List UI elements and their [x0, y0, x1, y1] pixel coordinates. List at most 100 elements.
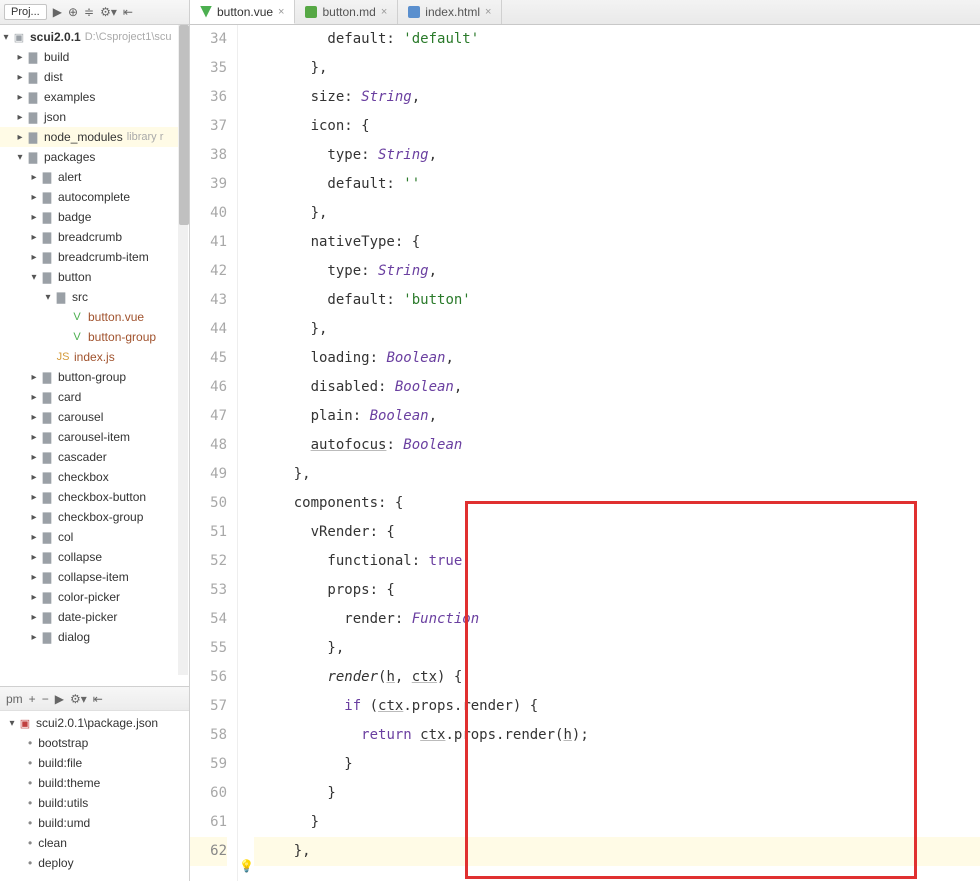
- run-icon[interactable]: ▶: [55, 692, 64, 706]
- tree-folder[interactable]: ▸▇carousel-item: [0, 427, 189, 447]
- tree-label: button: [58, 270, 91, 284]
- chevron-right-icon: ▸: [14, 52, 26, 63]
- folder-icon: ▇: [40, 610, 54, 624]
- plus-icon[interactable]: +: [29, 692, 36, 706]
- tree-folder[interactable]: ▸▇button-group: [0, 367, 189, 387]
- tree-folder[interactable]: ▸▇ color-picker: [0, 587, 189, 607]
- tree-label: date-picker: [58, 610, 117, 624]
- chevron-right-icon: ▸: [28, 252, 40, 263]
- npm-script[interactable]: build:utils: [0, 793, 189, 813]
- tree-folder[interactable]: ▸▇examples: [0, 87, 189, 107]
- tab-button-vue[interactable]: button.vue ×: [190, 0, 295, 24]
- minus-icon[interactable]: −: [42, 692, 49, 706]
- folder-icon: ▇: [40, 590, 54, 604]
- tree-label: index.js: [74, 350, 115, 364]
- project-tab[interactable]: Proj...: [4, 4, 47, 20]
- tree-file-button-group-vue[interactable]: V button-group: [0, 327, 189, 347]
- tree-root[interactable]: ▾ ▣ scui2.0.1 D:\Csproject1\scu: [0, 27, 189, 47]
- bulb-icon[interactable]: 💡: [239, 852, 254, 881]
- tree-folder-packages[interactable]: ▾ ▇ packages: [0, 147, 189, 167]
- tree-folder[interactable]: ▸▇checkbox-group: [0, 507, 189, 527]
- npm-script[interactable]: build:file: [0, 753, 189, 773]
- npm-tree[interactable]: ▾ ▣ scui2.0.1\package.json bootstrapbuil…: [0, 711, 189, 881]
- npm-panel: pm + − ▶ ⚙▾ ⇤ ▾ ▣ scui2.0.1\package.json…: [0, 686, 189, 881]
- chevron-right-icon: ▸: [14, 112, 26, 123]
- project-tree[interactable]: ▾ ▣ scui2.0.1 D:\Csproject1\scu ▸▇build▸…: [0, 25, 189, 686]
- tree-folder[interactable]: ▸▇card: [0, 387, 189, 407]
- editor-area: button.vue × button.md × index.html × 34…: [190, 0, 980, 881]
- folder-icon: ▇: [40, 170, 54, 184]
- vertical-scrollbar[interactable]: [178, 25, 188, 675]
- gear-icon[interactable]: ⚙▾: [70, 692, 87, 706]
- tree-file-button-vue[interactable]: V button.vue: [0, 307, 189, 327]
- npm-script[interactable]: deploy: [0, 853, 189, 873]
- folder-icon: ▇: [40, 530, 54, 544]
- tree-folder[interactable]: ▸▇autocomplete: [0, 187, 189, 207]
- tree-folder[interactable]: ▸▇dist: [0, 67, 189, 87]
- tree-folder[interactable]: ▸▇carousel: [0, 407, 189, 427]
- tree-label: breadcrumb-item: [58, 250, 149, 264]
- chevron-right-icon: ▸: [28, 552, 40, 563]
- tree-folder[interactable]: ▸▇col: [0, 527, 189, 547]
- tree-label: checkbox: [58, 470, 109, 484]
- tree-label: node_modules: [44, 130, 123, 144]
- tree-folder[interactable]: ▸▇build: [0, 47, 189, 67]
- npm-icon: ▣: [18, 716, 32, 730]
- tree-folder[interactable]: ▸▇badge: [0, 207, 189, 227]
- tree-folder[interactable]: ▸▇breadcrumb: [0, 227, 189, 247]
- tree-file-index-js[interactable]: JS index.js: [0, 347, 189, 367]
- vue-file-icon: [200, 6, 212, 18]
- folder-icon: ▇: [40, 190, 54, 204]
- run-icon[interactable]: ▶: [53, 5, 62, 19]
- chevron-right-icon: ▸: [28, 592, 40, 603]
- tab-label: index.html: [425, 5, 480, 19]
- chevron-right-icon: ▸: [14, 132, 26, 143]
- target-icon[interactable]: ⊕: [68, 5, 78, 19]
- npm-script[interactable]: build:theme: [0, 773, 189, 793]
- folder-icon: ▇: [40, 390, 54, 404]
- tree-label: color-picker: [58, 590, 120, 604]
- tab-button-md[interactable]: button.md ×: [295, 0, 398, 24]
- code-area[interactable]: default: 'default' }, size: String, icon…: [254, 25, 980, 881]
- tree-folder-src[interactable]: ▾ ▇ src: [0, 287, 189, 307]
- tree-label: dialog: [58, 630, 90, 644]
- scrollbar-thumb[interactable]: [179, 25, 189, 225]
- npm-script[interactable]: clean: [0, 833, 189, 853]
- chevron-right-icon: ▸: [14, 72, 26, 83]
- folder-icon: ▇: [40, 410, 54, 424]
- sidebar: Proj... ▶ ⊕ ≑ ⚙▾ ⇤ ▾ ▣ scui2.0.1 D:\Cspr…: [0, 0, 190, 881]
- close-icon[interactable]: ×: [278, 6, 284, 18]
- tree-folder[interactable]: ▸▇node_moduleslibrary r: [0, 127, 189, 147]
- collapse-icon[interactable]: ⇤: [123, 5, 133, 19]
- tree-folder[interactable]: ▸▇collapse-item: [0, 567, 189, 587]
- fold-column: 💡: [238, 25, 254, 881]
- tab-index-html[interactable]: index.html ×: [398, 0, 502, 24]
- folder-icon: ▇: [40, 570, 54, 584]
- code-editor[interactable]: 3435363738394041424344454647484950515253…: [190, 25, 980, 881]
- folder-icon: ▇: [40, 430, 54, 444]
- tree-folder[interactable]: ▸▇checkbox: [0, 467, 189, 487]
- tree-folder[interactable]: ▸▇json: [0, 107, 189, 127]
- project-icon: ▣: [12, 30, 26, 44]
- chevron-right-icon: ▸: [28, 412, 40, 423]
- gear-icon[interactable]: ⚙▾: [100, 5, 117, 19]
- tree-label: json: [44, 110, 66, 124]
- collapse-icon[interactable]: ⇤: [93, 692, 103, 706]
- npm-package[interactable]: ▾ ▣ scui2.0.1\package.json: [0, 713, 189, 733]
- npm-script[interactable]: build:umd: [0, 813, 189, 833]
- tree-folder[interactable]: ▸▇collapse: [0, 547, 189, 567]
- tree-folder[interactable]: ▸▇alert: [0, 167, 189, 187]
- tree-folder[interactable]: ▸▇cascader: [0, 447, 189, 467]
- tree-folder[interactable]: ▸▇date-picker: [0, 607, 189, 627]
- folder-icon: ▇: [40, 470, 54, 484]
- tree-folder[interactable]: ▸▇dialog: [0, 627, 189, 647]
- tree-folder-button[interactable]: ▾ ▇ button: [0, 267, 189, 287]
- close-icon[interactable]: ×: [485, 6, 491, 18]
- npm-script[interactable]: bootstrap: [0, 733, 189, 753]
- tree-folder[interactable]: ▸▇checkbox-button: [0, 487, 189, 507]
- close-icon[interactable]: ×: [381, 6, 387, 18]
- split-icon[interactable]: ≑: [84, 5, 94, 19]
- tree-label: carousel-item: [58, 430, 130, 444]
- tree-folder[interactable]: ▸▇breadcrumb-item: [0, 247, 189, 267]
- folder-icon: ▇: [40, 210, 54, 224]
